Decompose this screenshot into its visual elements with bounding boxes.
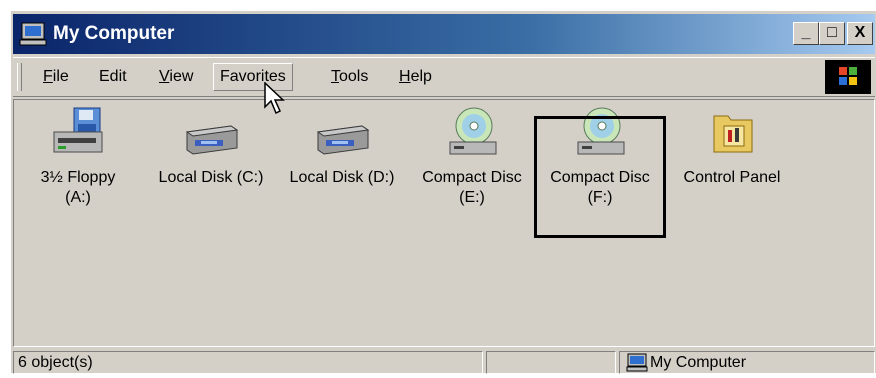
item-control-panel[interactable]: Control Panel	[668, 106, 796, 188]
status-bar: 6 object(s) My Computer	[13, 349, 875, 374]
windows-logo-icon	[825, 60, 871, 94]
my-computer-window: My Computer _ □ X File Edit View Favorit…	[10, 10, 876, 374]
menu-help[interactable]: Help	[399, 68, 432, 86]
status-panel-empty	[486, 351, 616, 374]
item-label-drive: (E:)	[459, 189, 485, 206]
item-label: Control Panel	[683, 169, 781, 186]
menu-grip[interactable]	[17, 63, 22, 91]
maximize-button[interactable]: □	[819, 22, 845, 45]
selection-highlight-box	[534, 116, 666, 238]
my-computer-icon	[19, 22, 47, 51]
my-computer-icon	[626, 353, 648, 378]
hard-disk-icon	[278, 106, 406, 158]
cd-drive-icon	[408, 106, 536, 158]
item-label-drive: (A:)	[65, 189, 91, 206]
menu-bar: File Edit View Favorites Tools Help	[13, 57, 875, 97]
mouse-cursor-icon	[264, 81, 286, 121]
minimize-button[interactable]: _	[793, 22, 819, 45]
item-local-disk-d[interactable]: Local Disk (D:)	[278, 106, 406, 188]
item-compact-disc-e[interactable]: Compact Disc (E:)	[408, 106, 536, 208]
floppy-drive-icon	[14, 106, 142, 158]
item-label: Local Disk (C:)	[158, 169, 264, 186]
status-location: My Computer	[619, 351, 875, 374]
menu-edit[interactable]: Edit	[99, 68, 127, 86]
menu-view[interactable]: View	[159, 68, 193, 86]
item-label: Local Disk (D:)	[289, 169, 395, 186]
window-title: My Computer	[53, 23, 175, 44]
hard-disk-icon	[147, 106, 275, 158]
content-pane: 3½ Floppy (A:) Local Disk (C:) Local Dis…	[13, 99, 875, 347]
menu-tools[interactable]: Tools	[331, 68, 368, 86]
item-floppy-a[interactable]: 3½ Floppy (A:)	[14, 106, 142, 208]
menu-file[interactable]: File	[43, 68, 69, 86]
status-object-count: 6 object(s)	[13, 351, 483, 374]
item-label: Compact Disc	[422, 169, 522, 186]
item-label: 3½ Floppy	[40, 169, 116, 186]
control-panel-icon	[668, 106, 796, 158]
title-bar[interactable]: My Computer _ □ X	[13, 14, 875, 54]
close-button[interactable]: X	[847, 22, 873, 45]
item-local-disk-c[interactable]: Local Disk (C:)	[147, 106, 275, 188]
status-location-label: My Computer	[650, 354, 747, 371]
